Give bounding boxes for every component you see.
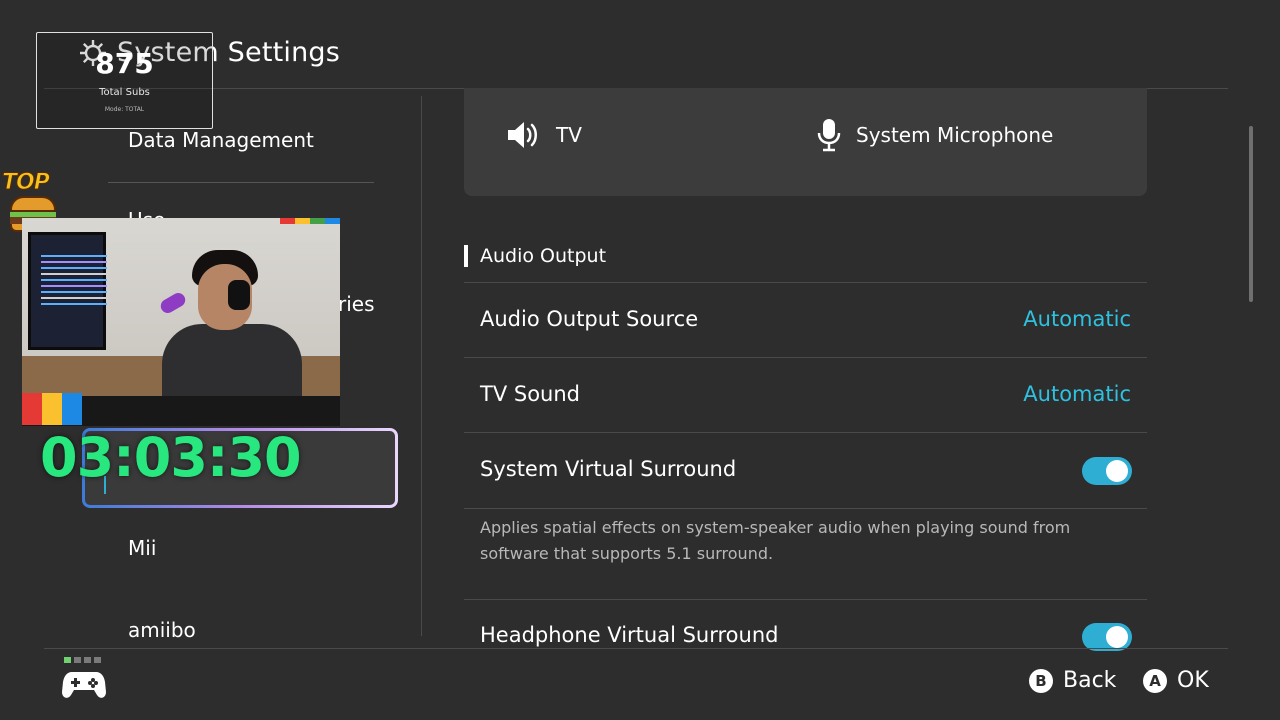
back-label: Back	[1063, 668, 1117, 693]
stream-timer: 03:03:30	[40, 426, 302, 489]
scrollbar-thumb[interactable]	[1249, 126, 1253, 302]
row-divider	[464, 508, 1147, 509]
speaker-icon	[508, 122, 537, 148]
sidebar-item-data-management[interactable]: Data Management	[128, 128, 314, 152]
headphone-virtual-surround-toggle[interactable]	[1082, 623, 1132, 651]
a-button-icon: A	[1143, 668, 1167, 693]
subscriber-mode: Mode: TOTAL	[104, 106, 145, 113]
color-stripe-decoration	[280, 218, 340, 224]
sidebar-item-accessories-partial[interactable]: ries	[338, 292, 375, 316]
setting-value-audio-output-source[interactable]: Automatic	[1023, 307, 1131, 331]
system-virtual-surround-toggle[interactable]	[1082, 457, 1132, 485]
setting-label-audio-output-source[interactable]: Audio Output Source	[480, 307, 698, 331]
ok-button[interactable]: A OK	[1143, 668, 1209, 693]
subscriber-label: Total Subs	[99, 87, 150, 98]
section-header-audio-output: Audio Output	[464, 245, 606, 267]
ok-label: OK	[1177, 668, 1209, 693]
audio-test-card: TV System Microphone	[464, 88, 1147, 196]
sidebar-item-mii[interactable]: Mii	[128, 536, 156, 560]
row-divider	[464, 432, 1147, 433]
toggle-knob	[1106, 626, 1128, 648]
b-button-icon: B	[1029, 668, 1053, 693]
footer-divider	[44, 648, 1228, 649]
subscriber-counter-overlay: 875 Total Subs Mode: TOTAL	[36, 32, 213, 129]
row-divider	[464, 599, 1147, 600]
back-button[interactable]: B Back	[1029, 668, 1116, 693]
controller-icon[interactable]	[62, 668, 106, 702]
microphone-test-label: System Microphone	[856, 123, 1054, 147]
badge-text: TOP	[2, 170, 51, 196]
section-marker	[464, 245, 468, 267]
row-divider	[464, 282, 1147, 283]
row-divider	[464, 357, 1147, 358]
setting-label-headphone-virtual-surround[interactable]: Headphone Virtual Surround	[480, 623, 778, 647]
sidebar-item-amiibo[interactable]: amiibo	[128, 618, 196, 642]
controller-player-indicator	[64, 657, 101, 663]
setting-label-system-virtual-surround[interactable]: System Virtual Surround	[480, 457, 736, 481]
monitor-in-webcam	[28, 232, 107, 350]
tv-test-button[interactable]: TV	[506, 120, 582, 150]
sidebar-divider	[108, 182, 374, 183]
setting-label-tv-sound[interactable]: TV Sound	[480, 382, 580, 406]
microphone-icon	[817, 119, 841, 152]
microphone-test-button[interactable]: System Microphone	[816, 118, 1053, 152]
setting-value-tv-sound[interactable]: Automatic	[1023, 382, 1131, 406]
toggle-knob	[1106, 460, 1128, 482]
tv-test-label: TV	[556, 123, 582, 147]
panel-divider	[421, 96, 422, 636]
subscriber-count: 875	[95, 47, 154, 80]
color-blocks-decoration	[22, 393, 82, 425]
section-title: Audio Output	[480, 245, 607, 267]
setting-description: Applies spatial effects on system-speake…	[480, 518, 1071, 563]
